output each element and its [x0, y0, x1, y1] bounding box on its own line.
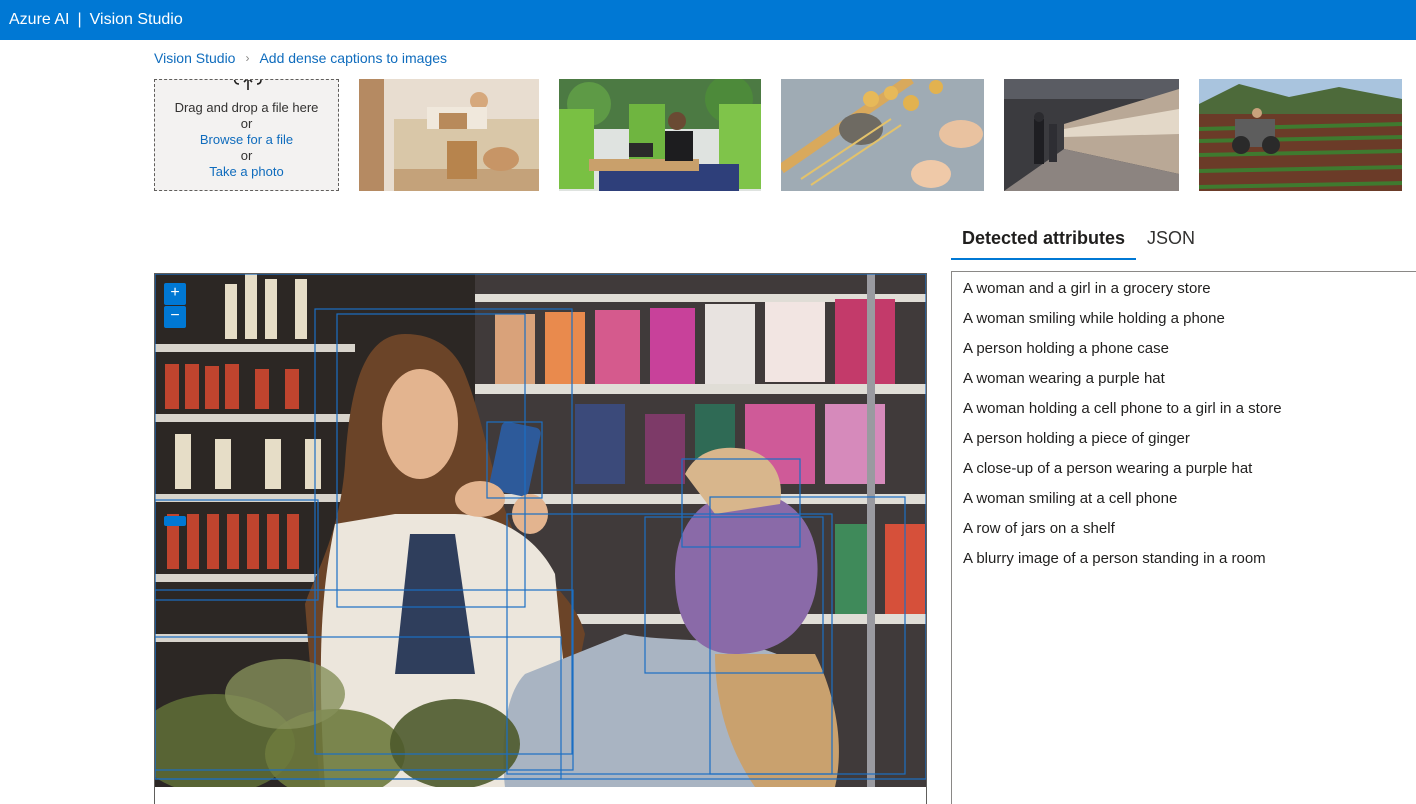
analyzed-image[interactable] [155, 274, 926, 787]
brand-label[interactable]: Azure AI [9, 11, 69, 29]
grocery-store-photo [155, 274, 926, 787]
caption-item[interactable]: A row of jars on a shelf [952, 518, 1416, 548]
breadcrumb-root[interactable]: Vision Studio [154, 50, 235, 66]
top-bar: Azure AI | Vision Studio [0, 0, 1416, 40]
caption-item[interactable]: A woman and a girl in a grocery store [952, 278, 1416, 308]
cloud-upload-icon [233, 80, 262, 90]
sample-image-3[interactable] [781, 79, 984, 191]
or-text: or [240, 148, 253, 163]
sample-image-1[interactable] [359, 79, 539, 191]
detected-attributes-list: A woman and a girl in a grocery store A … [951, 271, 1416, 804]
zoom-slider-handle[interactable] [164, 516, 186, 526]
product-label[interactable]: Vision Studio [90, 11, 183, 29]
or-text: or [240, 116, 253, 131]
sample-image-2[interactable] [559, 79, 761, 191]
sample-image-4[interactable] [1004, 79, 1179, 191]
caption-item[interactable]: A woman smiling while holding a phone [952, 308, 1416, 338]
brand-separator: | [77, 11, 82, 28]
caption-item[interactable]: A woman holding a cell phone to a girl i… [952, 398, 1416, 428]
caption-item[interactable]: A person holding a phone case [952, 338, 1416, 368]
browse-file-link[interactable]: Browse for a file [155, 132, 338, 148]
take-photo-link[interactable]: Take a photo [155, 164, 338, 180]
tab-json[interactable]: JSON [1136, 226, 1206, 260]
zoom-out-button[interactable]: − [164, 306, 186, 328]
upload-dropzone[interactable]: Drag and drop a file here or Browse for … [154, 79, 339, 191]
breadcrumb-current[interactable]: Add dense captions to images [259, 50, 447, 66]
caption-item[interactable]: A person holding a piece of ginger [952, 428, 1416, 458]
tab-detected-attributes[interactable]: Detected attributes [951, 226, 1137, 260]
result-tabs: Detected attributes JSON [951, 226, 1206, 260]
woman-with-dog-on-couch-image [359, 79, 539, 191]
drag-drop-text: Drag and drop a file here [174, 100, 319, 115]
caption-item[interactable]: A close-up of a person wearing a purple … [952, 458, 1416, 488]
zoom-in-button[interactable]: + [164, 283, 186, 305]
caption-item[interactable]: A woman smiling at a cell phone [952, 488, 1416, 518]
pasta-making-image [781, 79, 984, 191]
caption-item[interactable]: A woman wearing a purple hat [952, 368, 1416, 398]
chevron-right-icon: › [245, 51, 250, 65]
farmer-on-tractor-image [1199, 79, 1402, 191]
breadcrumb: Vision Studio › Add dense captions to im… [154, 50, 447, 66]
caption-item[interactable]: A blurry image of a person standing in a… [952, 548, 1416, 578]
sample-image-5[interactable] [1199, 79, 1402, 191]
woman-at-laptop-in-office-image [559, 79, 761, 191]
subway-platform-image [1004, 79, 1179, 191]
